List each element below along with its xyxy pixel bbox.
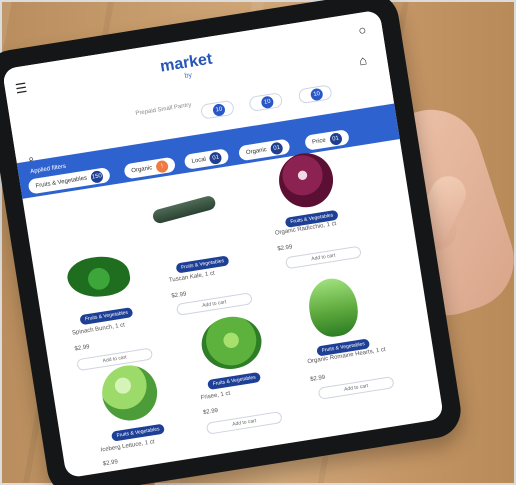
filter-chip-label: Organic [130, 164, 153, 174]
header-pill-count: 10 [260, 94, 275, 109]
header-pill-1[interactable]: 10 [199, 99, 235, 120]
product-price: $2.99 [74, 344, 90, 353]
add-to-cart-button[interactable]: Add to cart [317, 376, 395, 400]
header-pill-count: 10 [212, 102, 226, 117]
filter-chip-count: 01 [328, 131, 343, 146]
header-pill-2[interactable]: 10 [248, 92, 284, 113]
filter-chip-label: Fruits & Vegetables [35, 174, 88, 190]
iceberg-icon [98, 361, 162, 425]
tablet: ☰ market by ○ ⌂ Prepaid Small Pantry 10 … [0, 0, 465, 485]
add-to-cart-button[interactable]: Add to cart [284, 245, 362, 270]
filter-chip-count: 150 [90, 169, 104, 184]
cart-icon[interactable]: ⌂ [354, 52, 372, 70]
product-price: $2.99 [202, 407, 219, 417]
product-card: Fruits & Vegetables Organic Radicchio, 1… [257, 142, 394, 277]
account-icon[interactable]: ○ [353, 21, 371, 39]
add-to-cart-button[interactable]: Add to cart [175, 292, 253, 316]
romaine-icon [305, 275, 362, 340]
filter-chip-count: 01 [208, 150, 223, 165]
filter-chip-label: Organic [245, 146, 268, 156]
menu-icon[interactable]: ☰ [12, 80, 30, 98]
kale-icon [151, 194, 217, 225]
product-price: $2.99 [309, 374, 326, 383]
add-to-cart-button[interactable]: Add to cart [205, 411, 283, 435]
filter-chip-count: 01 [269, 141, 284, 155]
product-price: $2.99 [102, 459, 119, 468]
header-pill-3[interactable]: 10 [297, 84, 333, 105]
spinach-icon [64, 252, 133, 302]
product-price: $2.99 [277, 244, 293, 253]
delivery-text: Prepaid Small Pantry [135, 102, 192, 118]
filter-chip-label: Price [311, 137, 327, 146]
product-grid: Fruits & Vegetables Organic Radicchio, 1… [22, 138, 444, 479]
scene: ☰ market by ○ ⌂ Prepaid Small Pantry 10 … [0, 0, 516, 485]
filter-chip-label: Local [191, 156, 207, 165]
frisee-icon [197, 312, 266, 374]
tablet-screen: ☰ market by ○ ⌂ Prepaid Small Pantry 10 … [1, 9, 445, 479]
product-price: $2.99 [171, 291, 187, 300]
filter-chip-count: ! [155, 159, 169, 173]
header-pill-count: 10 [309, 87, 324, 101]
radicchio-icon [275, 149, 337, 212]
logo: market by [142, 48, 231, 86]
